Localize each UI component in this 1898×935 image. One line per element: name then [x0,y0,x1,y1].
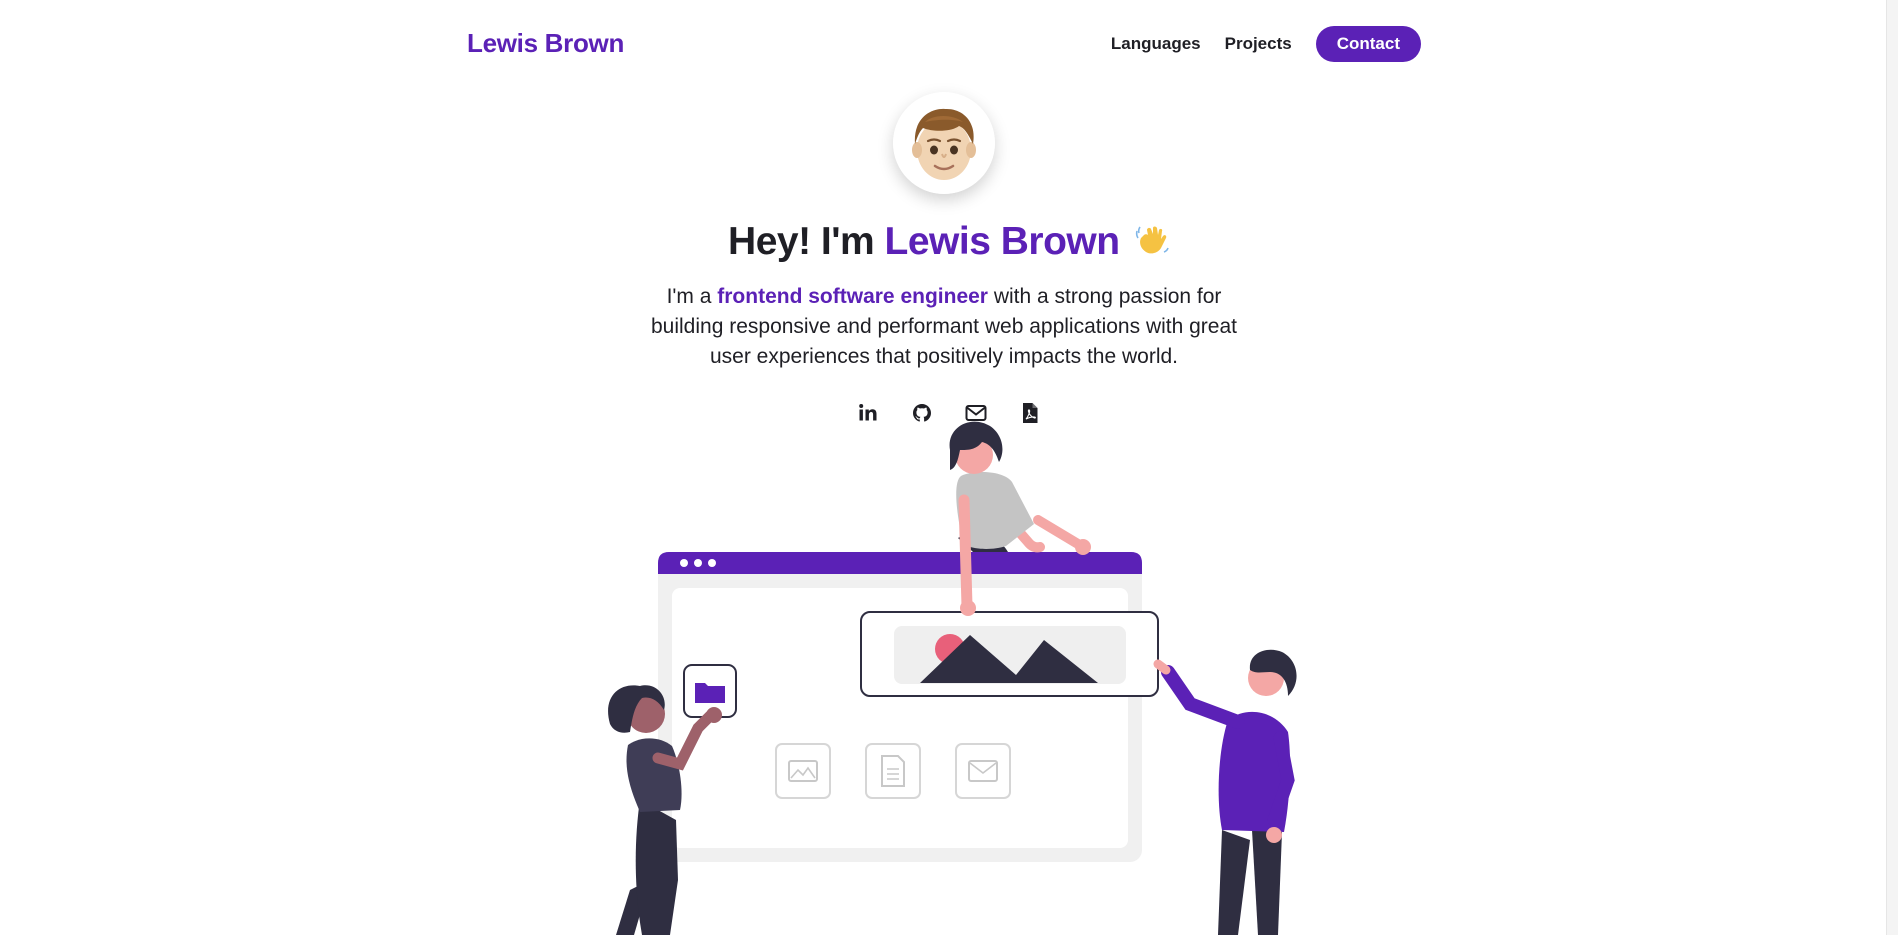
avatar-face-emoji-icon [893,92,995,194]
image-card-graphic [860,611,1159,697]
browser-window-graphic [658,552,1159,862]
waving-hand-icon [1134,222,1170,268]
intro-highlight: frontend software engineer [717,285,988,308]
contact-button[interactable]: Contact [1315,26,1421,62]
hero-greeting: Hey! I'm [728,220,875,263]
person-right-graphic [1153,649,1297,935]
avatar [893,92,995,194]
mail-placeholder-icon [955,743,1011,799]
hero-name: Lewis Brown [884,220,1121,263]
intro-prefix: I'm a [666,285,712,308]
main-nav: Languages Projects Contact [1087,26,1421,62]
nav-link-projects[interactable]: Projects [1225,34,1292,54]
hero-illustration [598,420,1320,935]
nav-link-languages[interactable]: Languages [1111,34,1201,54]
image-placeholder-icon [775,743,831,799]
scrollbar[interactable] [1886,0,1898,935]
hero-title: Hey! I'm Lewis Brown [0,220,1898,268]
site-header: Lewis Brown Languages Projects Contact [467,26,1421,62]
document-placeholder-icon [865,743,921,799]
brand-logo[interactable]: Lewis Brown [467,28,624,59]
intro-text: I'm a frontend software engineer with a … [630,282,1258,372]
